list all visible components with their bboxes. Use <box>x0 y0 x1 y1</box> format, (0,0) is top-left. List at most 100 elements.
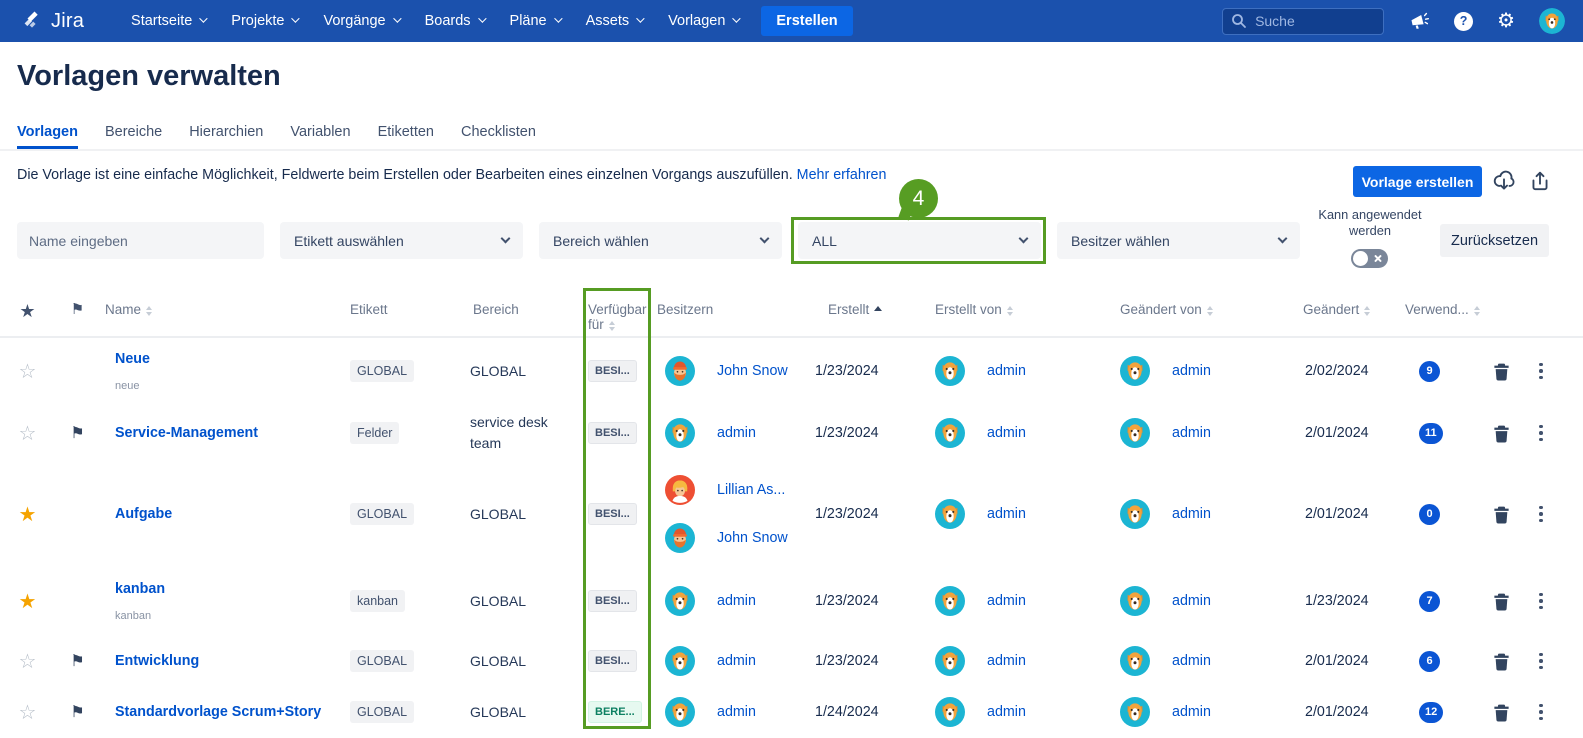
delete-button[interactable] <box>1492 703 1511 722</box>
created-by-link[interactable]: admin <box>987 704 1026 720</box>
star-icon[interactable]: ☆ <box>19 423 37 445</box>
modified-by-link[interactable]: admin <box>1172 653 1211 669</box>
created-date: 1/24/2024 <box>805 704 925 720</box>
can-apply-toggle[interactable] <box>1351 249 1388 268</box>
learn-more-link[interactable]: Mehr erfahren <box>797 167 887 183</box>
nav-item-plaene[interactable]: Pläne <box>497 0 573 42</box>
user-avatar[interactable] <box>1539 8 1565 34</box>
flag-column-header-icon[interactable]: ⚑ <box>71 302 84 317</box>
nav-item-boards[interactable]: Boards <box>412 0 497 42</box>
star-column-header-icon[interactable]: ★ <box>19 302 35 320</box>
template-name-link[interactable]: Service-Management <box>115 425 340 441</box>
tab-hierarchien[interactable]: Hierarchien <box>189 118 263 149</box>
column-header-besitzern[interactable]: Besitzern <box>655 302 805 317</box>
tab-bereiche[interactable]: Bereiche <box>105 118 162 149</box>
more-actions-button[interactable] <box>1535 423 1547 444</box>
more-actions-button[interactable] <box>1535 702 1547 723</box>
column-header-geaendert[interactable]: Geändert <box>1295 302 1395 317</box>
template-name-link[interactable]: kanban <box>115 581 340 597</box>
star-icon[interactable]: ☆ <box>19 361 37 383</box>
usage-count-badge[interactable]: 9 <box>1419 361 1440 382</box>
jira-logo[interactable]: Jira <box>20 9 84 33</box>
column-header-etikett[interactable]: Etikett <box>340 302 460 317</box>
sort-icon <box>1364 306 1370 316</box>
column-header-verfuegbar-fuer[interactable]: Verfügbar für <box>570 302 655 332</box>
template-name-link[interactable]: Entwicklung <box>115 653 340 669</box>
modified-by-link[interactable]: admin <box>1172 363 1211 379</box>
owner-link[interactable]: admin <box>717 653 756 669</box>
announcements-button[interactable] <box>1408 10 1430 32</box>
column-header-name[interactable]: Name <box>100 302 340 317</box>
star-icon[interactable]: ☆ <box>19 702 37 724</box>
delete-button[interactable] <box>1492 505 1511 524</box>
more-actions-button[interactable] <box>1535 591 1547 612</box>
more-actions-button[interactable] <box>1535 651 1547 672</box>
usage-count-badge[interactable]: 11 <box>1419 423 1443 444</box>
modified-by: admin <box>1120 646 1295 676</box>
create-template-button[interactable]: Vorlage erstellen <box>1353 166 1482 197</box>
star-icon[interactable]: ☆ <box>19 651 37 673</box>
tab-variablen[interactable]: Variablen <box>290 118 350 149</box>
nav-item-startseite[interactable]: Startseite <box>118 0 218 42</box>
owner-link[interactable]: Lillian As... <box>717 482 785 498</box>
delete-button[interactable] <box>1492 592 1511 611</box>
share-icon[interactable] <box>1528 169 1552 193</box>
top-navbar: Jira Startseite Projekte Vorgänge Boards… <box>0 0 1583 42</box>
sort-icon <box>609 321 615 332</box>
owner-link[interactable]: admin <box>717 704 756 720</box>
name-filter-input[interactable] <box>17 222 264 259</box>
create-button[interactable]: Erstellen <box>761 6 852 36</box>
modified-by-link[interactable]: admin <box>1172 704 1211 720</box>
nav-item-vorlagen[interactable]: Vorlagen <box>655 0 751 42</box>
template-name-link[interactable]: Neue <box>115 351 340 367</box>
nav-item-vorgaenge[interactable]: Vorgänge <box>310 0 411 42</box>
owner-link[interactable]: John Snow <box>717 363 788 379</box>
owner-link[interactable]: John Snow <box>717 530 788 546</box>
more-actions-button[interactable] <box>1535 361 1547 382</box>
column-header-verwendung[interactable]: Verwend... <box>1395 302 1480 317</box>
delete-button[interactable] <box>1492 362 1511 381</box>
usage-count-badge[interactable]: 6 <box>1419 651 1440 672</box>
usage-count-badge[interactable]: 12 <box>1419 702 1443 723</box>
star-icon-filled[interactable]: ★ <box>19 591 37 613</box>
modified-by-link[interactable]: admin <box>1172 425 1211 441</box>
help-button[interactable]: ? <box>1454 12 1473 31</box>
created-by-link[interactable]: admin <box>987 653 1026 669</box>
more-actions-button[interactable] <box>1535 504 1547 525</box>
modified-by-link[interactable]: admin <box>1172 593 1211 609</box>
toggle-off-x-icon <box>1373 254 1382 263</box>
column-header-geaendert-von[interactable]: Geändert von <box>1110 302 1295 317</box>
created-by-link[interactable]: admin <box>987 593 1026 609</box>
created-by-link[interactable]: admin <box>987 425 1026 441</box>
tab-checklisten[interactable]: Checklisten <box>461 118 536 149</box>
delete-button[interactable] <box>1492 424 1511 443</box>
created-by-link[interactable]: admin <box>987 363 1026 379</box>
settings-button[interactable]: ⚙ <box>1497 11 1515 31</box>
label-filter-select[interactable]: Etikett auswählen <box>280 222 523 259</box>
owner-link[interactable]: admin <box>717 425 756 441</box>
chevron-down-icon <box>292 14 300 22</box>
reset-filters-button[interactable]: Zurücksetzen <box>1440 224 1549 257</box>
tab-vorlagen[interactable]: Vorlagen <box>17 118 78 149</box>
column-header-erstellt[interactable]: Erstellt <box>805 302 925 317</box>
created-by-link[interactable]: admin <box>987 506 1026 522</box>
column-header-erstellt-von[interactable]: Erstellt von <box>925 302 1110 317</box>
cloud-download-icon[interactable] <box>1492 169 1516 193</box>
available-for-filter-select[interactable]: ALL <box>798 222 1041 259</box>
template-name-link[interactable]: Aufgabe <box>115 506 340 522</box>
tab-etiketten[interactable]: Etiketten <box>378 118 434 149</box>
nav-item-assets[interactable]: Assets <box>573 0 656 42</box>
template-name-link[interactable]: Standardvorlage Scrum+Story <box>115 704 340 720</box>
modified-by-link[interactable]: admin <box>1172 506 1211 522</box>
usage-count-badge[interactable]: 0 <box>1419 504 1440 525</box>
owner-link[interactable]: admin <box>717 593 756 609</box>
delete-button[interactable] <box>1492 652 1511 671</box>
star-icon-filled[interactable]: ★ <box>19 504 37 526</box>
column-header-bereich[interactable]: Bereich <box>460 302 570 317</box>
nav-item-projekte[interactable]: Projekte <box>218 0 310 42</box>
scope-filter-select[interactable]: Bereich wählen <box>539 222 782 259</box>
label-badge: GLOBAL <box>350 360 414 382</box>
usage-count-badge[interactable]: 7 <box>1419 591 1440 612</box>
owner-filter-select[interactable]: Besitzer wählen <box>1057 222 1300 259</box>
owner: admin <box>665 646 805 676</box>
